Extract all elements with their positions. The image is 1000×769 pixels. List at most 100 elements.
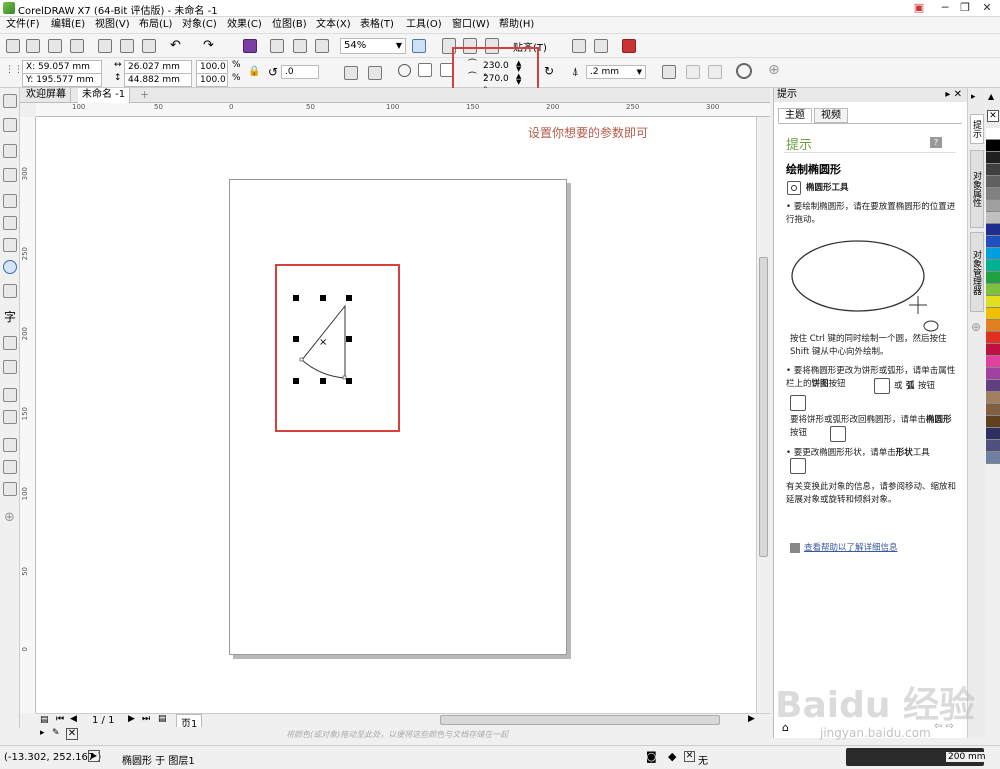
- palette-swatch[interactable]: [986, 260, 1000, 272]
- horizontal-scrollbar-thumb[interactable]: [440, 715, 720, 725]
- node-point[interactable]: [299, 357, 304, 362]
- interactive-fill-tool-icon[interactable]: [3, 460, 17, 474]
- no-color-swatch[interactable]: ✕: [66, 728, 78, 740]
- palette-swatch[interactable]: [986, 452, 1000, 464]
- polygon-tool-icon[interactable]: [3, 284, 17, 298]
- palette-swatch[interactable]: [986, 236, 1000, 248]
- add-button-icon[interactable]: ⊕: [768, 62, 780, 78]
- connector-tool-icon[interactable]: [3, 360, 17, 374]
- mirror-horizontal-icon[interactable]: [344, 66, 358, 80]
- menu-object[interactable]: 对象(C): [182, 18, 217, 32]
- cut-icon[interactable]: [98, 39, 112, 53]
- ellipse-mode-icon[interactable]: [398, 64, 411, 77]
- user-icon[interactable]: ▣: [906, 0, 932, 17]
- tab-videos[interactable]: 视频: [814, 108, 848, 123]
- palette-swatch[interactable]: [986, 356, 1000, 368]
- height-field[interactable]: 44.882 mm: [124, 73, 192, 87]
- selection-handle[interactable]: [346, 295, 352, 301]
- scroll-right-icon[interactable]: ▶: [748, 714, 755, 724]
- page-setup-icon[interactable]: ▤: [40, 715, 49, 725]
- pie-shape[interactable]: ×: [290, 292, 356, 386]
- selection-handle[interactable]: [293, 336, 299, 342]
- palette-swatch[interactable]: [986, 188, 1000, 200]
- tab-untitled-1[interactable]: 未命名 -1: [78, 88, 131, 103]
- new-tab-icon[interactable]: +: [140, 88, 149, 101]
- help-link[interactable]: 查看帮助以了解详细信息: [804, 542, 898, 555]
- eyedropper-tool-icon[interactable]: [3, 438, 17, 452]
- full-screen-icon[interactable]: [412, 39, 426, 53]
- import-icon[interactable]: [270, 39, 284, 53]
- save-icon[interactable]: [48, 39, 62, 53]
- docker-close-icon[interactable]: ▸ ✕: [945, 88, 962, 101]
- fill-bucket-icon[interactable]: ◆: [668, 750, 676, 763]
- text-tool-icon[interactable]: 字: [4, 308, 16, 325]
- launcher-icon[interactable]: [622, 39, 636, 53]
- pick-tool-icon[interactable]: [3, 94, 17, 108]
- selection-handle[interactable]: [346, 378, 352, 384]
- horizontal-ruler[interactable]: 100 50 0 50 100 150 200 250 300: [36, 103, 770, 117]
- vtab-object-manager[interactable]: 对象管理器: [970, 232, 984, 312]
- last-page-icon[interactable]: ⏭: [142, 714, 150, 724]
- drop-shadow-tool-icon[interactable]: [3, 388, 17, 402]
- palette-swatch[interactable]: [986, 440, 1000, 452]
- zoom-tool-icon[interactable]: [3, 168, 17, 182]
- palette-swatch[interactable]: [986, 248, 1000, 260]
- width-field[interactable]: 26.027 mm: [124, 60, 192, 74]
- menu-edit[interactable]: 编辑(E): [51, 18, 85, 32]
- scale-x-field[interactable]: 100.0: [196, 60, 228, 74]
- transparency-tool-icon[interactable]: [3, 410, 17, 424]
- palette-swatch[interactable]: [986, 224, 1000, 236]
- menu-help[interactable]: 帮助(H): [499, 18, 534, 32]
- selection-handle[interactable]: [320, 295, 326, 301]
- outline-width-select[interactable]: .2 mm ▼: [586, 65, 646, 79]
- close-button[interactable]: ✕: [974, 0, 1000, 17]
- smart-fill-tool-icon[interactable]: [3, 482, 17, 496]
- collapse-docker-icon[interactable]: ▸: [971, 92, 976, 102]
- palette-swatch[interactable]: [986, 320, 1000, 332]
- palette-swatch[interactable]: [986, 200, 1000, 212]
- crop-tool-icon[interactable]: [3, 144, 17, 158]
- scale-y-field[interactable]: 100.0: [196, 73, 228, 87]
- add-page-icon[interactable]: ▤: [158, 714, 167, 724]
- change-direction-icon[interactable]: ↻: [544, 64, 554, 78]
- palette-swatch[interactable]: [986, 332, 1000, 344]
- shape-tool-icon[interactable]: [3, 118, 17, 132]
- first-page-icon[interactable]: ⏮: [56, 714, 64, 724]
- redo-icon[interactable]: ↷: [203, 38, 214, 53]
- palette-scroll-up-icon[interactable]: ▲: [988, 92, 994, 101]
- tab-topics[interactable]: 主题: [778, 108, 812, 123]
- menu-view[interactable]: 视图(V): [95, 18, 130, 32]
- lock-ratio-icon[interactable]: 🔒: [248, 66, 260, 77]
- vertical-scrollbar[interactable]: [756, 117, 770, 713]
- new-icon[interactable]: [6, 39, 20, 53]
- ellipse-tool-icon[interactable]: [3, 260, 17, 274]
- open-icon[interactable]: [26, 39, 40, 53]
- copy-icon[interactable]: [120, 39, 134, 53]
- undo-icon[interactable]: ↶: [170, 38, 181, 53]
- menu-effects[interactable]: 效果(C): [227, 18, 262, 32]
- selection-handle[interactable]: [320, 378, 326, 384]
- next-page-icon[interactable]: ▶: [128, 714, 135, 724]
- pie-mode-icon[interactable]: [418, 63, 432, 77]
- application-launcher-icon[interactable]: [594, 39, 608, 53]
- selection-handle[interactable]: [293, 378, 299, 384]
- palette-swatch[interactable]: [986, 140, 1000, 152]
- convert-to-curves-icon[interactable]: [708, 65, 722, 79]
- menu-bitmap[interactable]: 位图(B): [272, 18, 307, 32]
- rotation-field[interactable]: .0: [281, 65, 319, 79]
- position-x-field[interactable]: X: 59.057 mm: [22, 60, 102, 74]
- selection-handle[interactable]: [293, 295, 299, 301]
- eyedropper-icon[interactable]: ✎: [52, 728, 60, 738]
- publish-pdf-icon[interactable]: [315, 39, 329, 53]
- palette-swatch[interactable]: [986, 416, 1000, 428]
- palette-swatch[interactable]: [986, 296, 1000, 308]
- to-back-icon[interactable]: [686, 65, 700, 79]
- selection-handle[interactable]: [346, 336, 352, 342]
- menu-layout[interactable]: 布局(L): [139, 18, 172, 32]
- to-front-icon[interactable]: [662, 65, 676, 79]
- palette-swatch[interactable]: [986, 284, 1000, 296]
- options-icon[interactable]: [572, 39, 586, 53]
- export-icon[interactable]: [293, 39, 307, 53]
- vertical-scrollbar-thumb[interactable]: [759, 257, 768, 557]
- add-docker-icon[interactable]: ⊕: [971, 320, 981, 334]
